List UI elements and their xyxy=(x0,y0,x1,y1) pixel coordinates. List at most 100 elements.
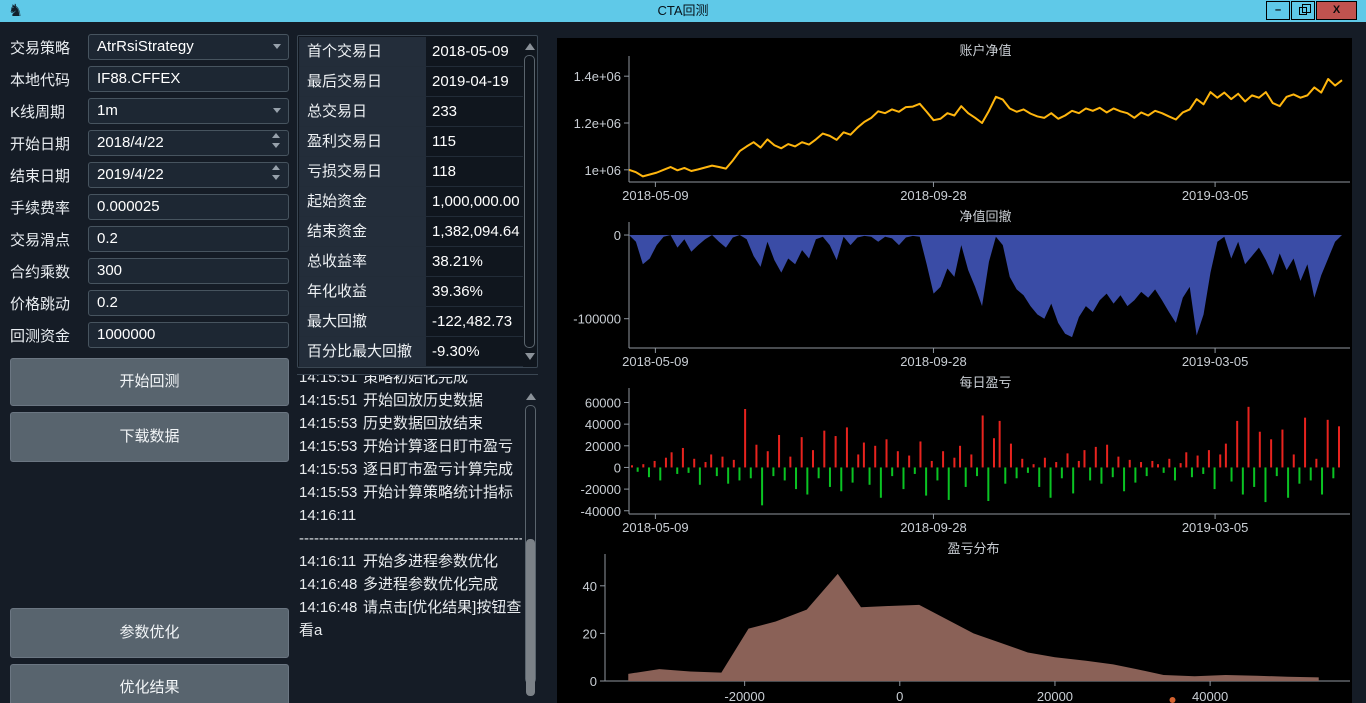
svg-text:-20000: -20000 xyxy=(724,689,764,703)
log-scrollbar[interactable] xyxy=(524,387,537,702)
form-row: K线周期1m xyxy=(0,98,296,124)
scroll-up-icon[interactable] xyxy=(526,393,536,400)
charts-panel: 账户净值 1e+06 1.2e+06 1.4e+06 2018-05-09 2018-09… xyxy=(557,38,1352,703)
log-panel: 14:15:51策略初始化完成14:15:51开始回放历史数据14:15:53历… xyxy=(297,374,538,703)
spin-down-icon[interactable] xyxy=(272,143,280,148)
svg-text:20000: 20000 xyxy=(585,439,621,454)
stats-scroll-track[interactable] xyxy=(524,55,535,348)
optimize-result-button[interactable]: 优化结果 xyxy=(10,664,289,703)
spinner-arrows[interactable] xyxy=(272,133,284,148)
stat-label: 亏损交易日 xyxy=(299,157,426,186)
slippage-field[interactable]: 0.2 xyxy=(88,226,289,252)
chevron-down-icon[interactable] xyxy=(273,44,281,49)
spin-up-icon[interactable] xyxy=(272,165,280,170)
chevron-down-icon[interactable] xyxy=(273,108,281,113)
svg-text:0: 0 xyxy=(614,228,621,243)
stat-value: 2019-04-19 xyxy=(427,67,509,96)
stat-row: 年化收益39.36% xyxy=(299,277,523,307)
svg-text:2019-03-05: 2019-03-05 xyxy=(1182,188,1249,203)
svg-text:账户净值: 账户净值 xyxy=(959,43,1011,58)
stat-value: 233 xyxy=(427,97,509,126)
spin-down-icon[interactable] xyxy=(272,175,280,180)
log-entry: 14:15:53逐日盯市盈亏计算完成 xyxy=(299,458,522,481)
download-data-button[interactable]: 下载数据 xyxy=(10,412,289,462)
size-field[interactable]: 300 xyxy=(88,258,289,284)
log-entry: 14:15:53开始计算逐日盯市盈亏 xyxy=(299,435,522,458)
symbol-field-label: 本地代码 xyxy=(10,69,70,90)
slippage-field-label: 交易滑点 xyxy=(10,229,70,250)
symbol-field[interactable]: IF88.CFFEX xyxy=(88,66,289,92)
pricetick-field[interactable]: 0.2 xyxy=(88,290,289,316)
stat-label: 结束资金 xyxy=(299,217,426,246)
log-scroll-thumb[interactable] xyxy=(526,539,535,696)
stat-value: 115 xyxy=(427,127,509,156)
titlebar[interactable]: ♞ CTA回测 – X xyxy=(0,0,1366,22)
minimize-button[interactable]: – xyxy=(1266,1,1290,20)
stat-label: 最大回撤 xyxy=(299,307,426,336)
scroll-up-icon[interactable] xyxy=(525,43,535,50)
log-time: 14:15:51 xyxy=(299,389,363,412)
log-entry: 14:15:51策略初始化完成 xyxy=(299,374,522,389)
pricetick-field-label: 价格跳动 xyxy=(10,293,70,314)
daily-pnl-chart[interactable]: 每日盈亏6000040000200000-20000-400002018-05-… xyxy=(557,370,1352,536)
form-row: 本地代码 IF88.CFFEX xyxy=(0,66,296,92)
interval-select[interactable]: 1m xyxy=(88,98,289,124)
log-entry: 14:16:48多进程参数优化完成 xyxy=(299,573,522,596)
svg-text:1.4e+06: 1.4e+06 xyxy=(574,69,621,84)
log-time: 14:15:53 xyxy=(299,435,363,458)
drawdown-chart[interactable]: 净值回撤0-1000002018-05-092018-09-282019-03-… xyxy=(557,204,1352,370)
stats-scrollbar[interactable] xyxy=(523,37,536,366)
spinner-arrows[interactable] xyxy=(272,165,284,180)
svg-text:1e+06: 1e+06 xyxy=(584,163,621,178)
log-separator: ----------------------------------------… xyxy=(299,527,522,550)
stat-label: 首个交易日 xyxy=(299,37,426,66)
svg-text:0: 0 xyxy=(590,674,597,689)
optimize-button[interactable]: 参数优化 xyxy=(10,608,289,658)
stat-row: 起始资金1,000,000.00 xyxy=(299,187,523,217)
stat-row: 亏损交易日118 xyxy=(299,157,523,187)
svg-text:0: 0 xyxy=(896,689,903,703)
equity-chart[interactable]: 账户净值1e+061.2e+061.4e+062018-05-092018-09… xyxy=(557,38,1352,204)
svg-text:1.2e+06: 1.2e+06 xyxy=(574,116,621,131)
log-time: 14:15:53 xyxy=(299,412,363,435)
log-entry: 14:15:53开始计算策略统计指标 xyxy=(299,481,522,504)
svg-text:2019-03-05: 2019-03-05 xyxy=(1182,520,1249,535)
svg-text:2019-03-05: 2019-03-05 xyxy=(1182,354,1249,369)
svg-text:40000: 40000 xyxy=(585,417,621,432)
stat-value: -122,482.73 xyxy=(427,307,509,336)
end-date-spin[interactable]: 2019/4/22 xyxy=(88,162,289,188)
run-backtest-button[interactable]: 开始回测 xyxy=(10,358,289,406)
start-date-spin[interactable]: 2018/4/22 xyxy=(88,130,289,156)
scroll-down-icon[interactable] xyxy=(525,353,535,360)
svg-text:20000: 20000 xyxy=(1037,689,1073,703)
pnl-distribution-chart[interactable]: 盈亏分布02040-2000002000040000 xyxy=(557,536,1352,703)
strategy-select[interactable]: AtrRsiStrategy xyxy=(88,34,289,60)
svg-text:2018-05-09: 2018-05-09 xyxy=(622,520,689,535)
stat-label: 百分比最大回撤 xyxy=(299,337,426,366)
form-row: 交易滑点 0.2 xyxy=(0,226,296,252)
start-date-spin-label: 开始日期 xyxy=(10,133,70,154)
close-button[interactable]: X xyxy=(1316,1,1357,20)
stat-label: 总交易日 xyxy=(299,97,426,126)
log-time: 14:15:51 xyxy=(299,374,363,389)
spin-up-icon[interactable] xyxy=(272,133,280,138)
rate-field[interactable]: 0.000025 xyxy=(88,194,289,220)
svg-text:盈亏分布: 盈亏分布 xyxy=(947,541,999,556)
log-entry: 14:15:51开始回放历史数据 xyxy=(299,389,522,412)
window-title: CTA回测 xyxy=(0,0,1366,22)
capital-field[interactable]: 1000000 xyxy=(88,322,289,348)
stat-label: 年化收益 xyxy=(299,277,426,306)
svg-text:0: 0 xyxy=(614,460,621,475)
svg-text:2018-09-28: 2018-09-28 xyxy=(900,188,967,203)
stat-row: 盈利交易日115 xyxy=(299,127,523,157)
settings-panel: 交易策略AtrRsiStrategy本地代码IF88.CFFEXK线周期1m开始… xyxy=(0,22,296,703)
log-time: 14:16:11 xyxy=(299,504,363,527)
svg-text:2018-09-28: 2018-09-28 xyxy=(900,520,967,535)
log-time: 14:16:48 xyxy=(299,596,363,619)
svg-text:2018-09-28: 2018-09-28 xyxy=(900,354,967,369)
log-time: 14:15:53 xyxy=(299,481,363,504)
log-entry: 14:16:48请点击[优化结果]按钮查看a xyxy=(299,596,522,642)
stat-value: -9.30% xyxy=(427,337,509,366)
restore-button[interactable] xyxy=(1291,1,1315,20)
stat-label: 盈利交易日 xyxy=(299,127,426,156)
